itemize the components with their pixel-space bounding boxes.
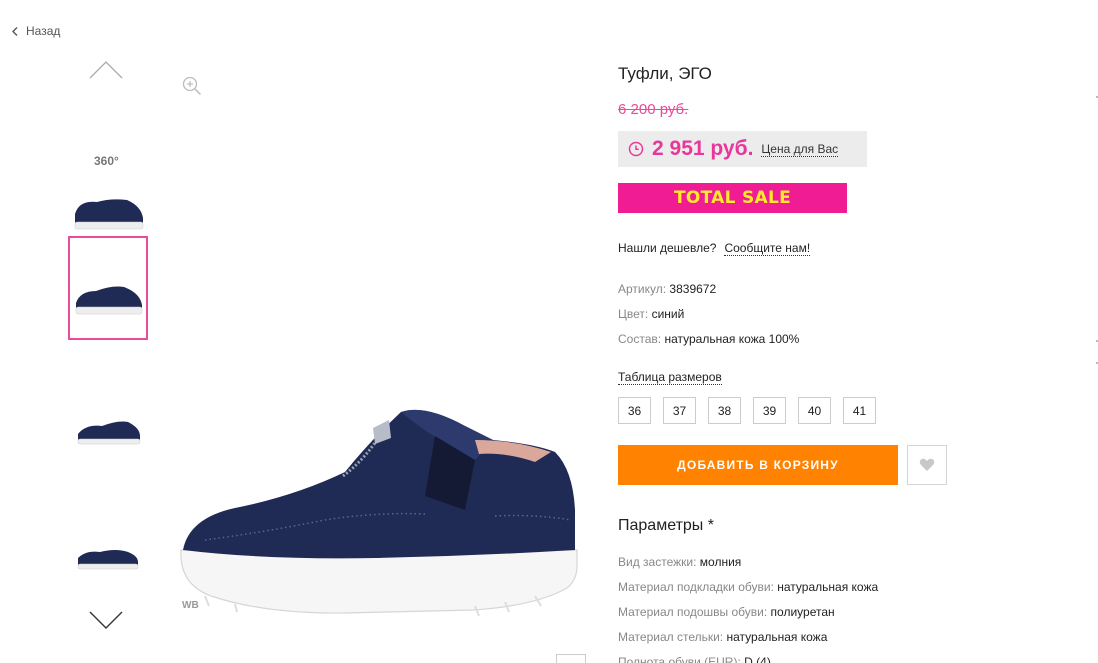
main-product-image[interactable] — [175, 400, 585, 630]
param-label: Полнота обуви (EUR): — [618, 655, 741, 663]
sale-banner: TOTAL SALE — [618, 183, 847, 213]
attribute-color: Цвет: синий — [618, 307, 684, 321]
size-option[interactable]: 40 — [798, 397, 831, 424]
param-value: натуральная кожа — [777, 580, 879, 594]
zoom-button[interactable] — [182, 76, 202, 101]
cheaper-question: Нашли дешевле? — [618, 241, 717, 255]
size-option[interactable]: 38 — [708, 397, 741, 424]
attribute-value: синий — [651, 307, 685, 321]
param-value: молния — [699, 555, 742, 569]
back-label: Назад — [26, 24, 61, 38]
param-label: Материал подошвы обуви: — [618, 605, 768, 619]
found-cheaper: Нашли дешевле? Сообщите нам! — [618, 241, 811, 256]
attribute-composition: Состав: натуральная кожа 100% — [618, 332, 799, 346]
param-value: полиуретан — [770, 605, 835, 619]
thumbnail-2[interactable] — [68, 236, 148, 340]
product-title: Туфли, ЭГО — [618, 64, 712, 83]
back-link[interactable]: Назад — [12, 24, 60, 38]
heart-icon — [919, 458, 935, 471]
price-box: 2 951 руб. Цена для Вас — [618, 131, 867, 167]
param-row: Материал подошвы обуви: полиуретан — [618, 605, 835, 619]
params-title: Параметры * — [618, 517, 714, 534]
attribute-label: Артикул: — [618, 282, 667, 296]
size-table-link[interactable]: Таблица размеров — [618, 370, 722, 385]
param-row: Полнота обуви (EUR): D (4) — [618, 655, 771, 663]
chevron-up-icon — [89, 61, 123, 79]
price-note-link[interactable]: Цена для Вас — [761, 142, 839, 157]
chevron-left-icon — [12, 26, 18, 36]
param-label: Вид застежки: — [618, 555, 697, 569]
size-option[interactable]: 36 — [618, 397, 651, 424]
favorite-button[interactable] — [907, 445, 947, 485]
thumbnail-360[interactable]: 360° — [68, 146, 148, 250]
attribute-label: Состав: — [618, 332, 662, 346]
size-selector: 36 37 38 39 40 41 — [618, 397, 876, 424]
thumbnail-image — [77, 421, 141, 445]
clock-icon — [628, 141, 644, 157]
thumbnail-4[interactable] — [68, 506, 148, 610]
zoom-in-icon — [182, 76, 202, 96]
current-price: 2 951 руб. — [652, 137, 754, 160]
add-to-cart-button[interactable]: ДОБАВИТЬ В КОРЗИНУ — [618, 445, 898, 485]
thumbnail-image — [74, 199, 144, 230]
image-watermark: WB — [182, 600, 199, 611]
size-option[interactable]: 41 — [843, 397, 876, 424]
attribute-value: натуральная кожа 100% — [664, 332, 800, 346]
param-value: натуральная кожа — [726, 630, 828, 644]
badge-360: 360° — [94, 154, 119, 168]
thumbnail-3[interactable] — [68, 380, 148, 484]
report-cheaper-link[interactable]: Сообщите нам! — [724, 241, 811, 256]
attribute-label: Цвет: — [618, 307, 649, 321]
param-label: Материал подкладки обуви: — [618, 580, 774, 594]
gallery-up-button[interactable] — [88, 58, 124, 85]
attribute-value: 3839672 — [669, 282, 717, 296]
old-price: 6 200 руб. — [618, 101, 689, 118]
chevron-down-icon — [89, 611, 123, 629]
size-option[interactable]: 39 — [753, 397, 786, 424]
gallery-down-button[interactable] — [88, 610, 124, 637]
image-scroll-handle[interactable] — [556, 654, 586, 663]
param-row: Материал подкладки обуви: натуральная ко… — [618, 580, 878, 594]
param-row: Вид застежки: молния — [618, 555, 741, 569]
param-row: Материал стельки: натуральная кожа — [618, 630, 827, 644]
param-value: D (4) — [744, 655, 771, 663]
size-option[interactable]: 37 — [663, 397, 696, 424]
thumbnail-image — [75, 286, 143, 315]
param-label: Материал стельки: — [618, 630, 724, 644]
attribute-article: Артикул: 3839672 — [618, 282, 716, 296]
thumbnail-image — [77, 550, 139, 570]
